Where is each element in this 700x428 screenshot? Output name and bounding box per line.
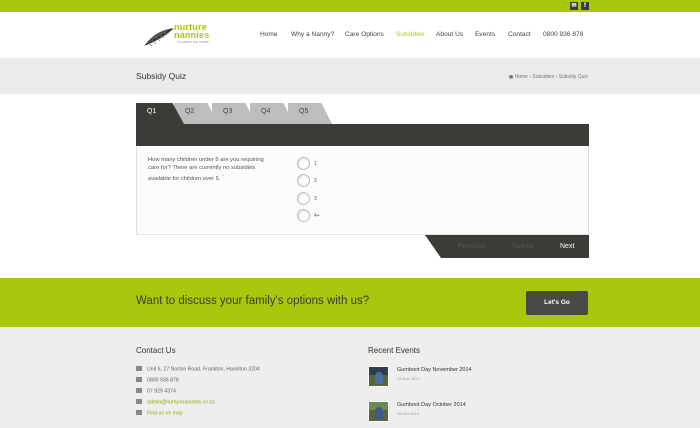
phone-text: 0800 936 878	[147, 377, 179, 384]
option-label: 2	[314, 178, 317, 184]
tab-q5[interactable]: Q5	[288, 103, 332, 124]
address-text: Unit 6, 27 Norton Road, Frankton, Hamilt…	[147, 366, 260, 373]
quiz-buttons-bar: Previous Submit Next	[425, 235, 589, 258]
nav-item-events[interactable]: Events	[475, 31, 495, 41]
home-icon	[136, 366, 142, 371]
radio-button[interactable]	[297, 192, 310, 205]
nav-item-subsidies[interactable]: Subsidies	[396, 31, 425, 41]
top-bar: ✉ f	[0, 0, 700, 12]
question-text: How many children under 5 are you requir…	[148, 156, 268, 183]
option-label: 3	[314, 196, 317, 202]
question-marker: ^	[222, 173, 225, 178]
phone-text: 07 929 4374	[147, 388, 176, 395]
breadcrumb-home[interactable]: Home	[515, 74, 528, 80]
nav-item-home[interactable]: Home	[260, 31, 278, 41]
site-header: nurture nannies in place we make Home Wh…	[0, 12, 700, 58]
subsidy-quiz: Q5 Q4 Q3 Q2 Q1 How many children under 5…	[136, 103, 589, 258]
tab-q4[interactable]: Q4	[250, 103, 294, 124]
facebook-icon[interactable]: f	[581, 2, 589, 10]
radio-button[interactable]	[297, 157, 310, 170]
logo-text-line2: nannies	[174, 30, 210, 40]
envelope-icon	[136, 399, 142, 404]
page-title: Subsidy Quiz	[136, 71, 187, 81]
radio-button[interactable]	[297, 174, 310, 187]
event-date: 13 Nov 2014	[397, 376, 420, 381]
event-thumbnail[interactable]	[368, 401, 389, 422]
contact-phone-2: 07 929 4374	[136, 388, 176, 397]
event-thumbnail[interactable]	[368, 366, 389, 387]
nav-phone[interactable]: 0800 936 878	[543, 31, 583, 41]
logo-tagline: in place we make	[178, 39, 209, 44]
event-title[interactable]: Gumboot Day October 2014	[397, 402, 466, 408]
question-label: How many children under 5 are you requir…	[148, 157, 264, 182]
radio-button[interactable]	[297, 209, 310, 222]
breadcrumb-separator: ›	[529, 74, 531, 80]
event-date: 09 Oct 2014	[397, 411, 419, 416]
nav-item-care-options[interactable]: Care Options	[345, 31, 384, 41]
nav-item-why-a-nanny[interactable]: Why a Nanny?	[291, 31, 334, 41]
contact-map[interactable]: Find us on map	[136, 410, 183, 419]
question-area: How many children under 5 are you requir…	[136, 146, 589, 235]
cta-band: Want to discuss your family's options wi…	[0, 278, 700, 327]
breadcrumb: Home › Subsidies › Subsidy Quiz	[508, 74, 588, 80]
quiz-panel-header	[136, 124, 589, 146]
option-label: 4+	[314, 213, 320, 219]
phone-icon	[136, 377, 142, 382]
submit-button[interactable]: Submit	[512, 243, 534, 250]
email-link[interactable]: admin@nurturenannies.co.nz	[147, 400, 215, 406]
contact-phone-1: 0800 936 878	[136, 377, 179, 386]
lets-go-button[interactable]: Let's Go	[526, 291, 588, 315]
contact-address: Unit 6, 27 Norton Road, Frankton, Hamilt…	[136, 366, 260, 375]
breadcrumb-subsidies[interactable]: Subsidies	[532, 74, 554, 80]
breadcrumb-current: Subsidy Quiz	[558, 74, 588, 80]
tab-q3[interactable]: Q3	[212, 103, 256, 124]
map-icon	[136, 410, 142, 415]
logo[interactable]: nurture nannies in place we make	[142, 23, 212, 48]
nav-item-contact[interactable]: Contact	[508, 31, 531, 41]
option-label: 1	[314, 161, 317, 167]
mobile-icon	[136, 388, 142, 393]
previous-button[interactable]: Previous	[458, 243, 485, 250]
email-icon[interactable]: ✉	[570, 2, 578, 10]
contact-heading: Contact Us	[136, 346, 176, 355]
footer: Contact Us Unit 6, 27 Norton Road, Frank…	[0, 327, 700, 428]
recent-events-heading: Recent Events	[368, 346, 421, 355]
feather-icon	[144, 28, 174, 47]
event-title[interactable]: Gumboot Day November 2014	[397, 367, 472, 373]
next-button[interactable]: Next	[560, 243, 574, 250]
map-link[interactable]: Find us on map	[147, 411, 183, 417]
home-icon	[508, 74, 514, 79]
breadcrumb-separator: ›	[555, 74, 558, 80]
cta-text: Want to discuss your family's options wi…	[136, 295, 370, 307]
contact-email[interactable]: admin@nurturenannies.co.nz	[136, 399, 215, 408]
page-title-bar: Subsidy Quiz Home › Subsidies › Subsidy …	[0, 58, 700, 94]
nav-item-about-us[interactable]: About Us	[436, 31, 463, 41]
